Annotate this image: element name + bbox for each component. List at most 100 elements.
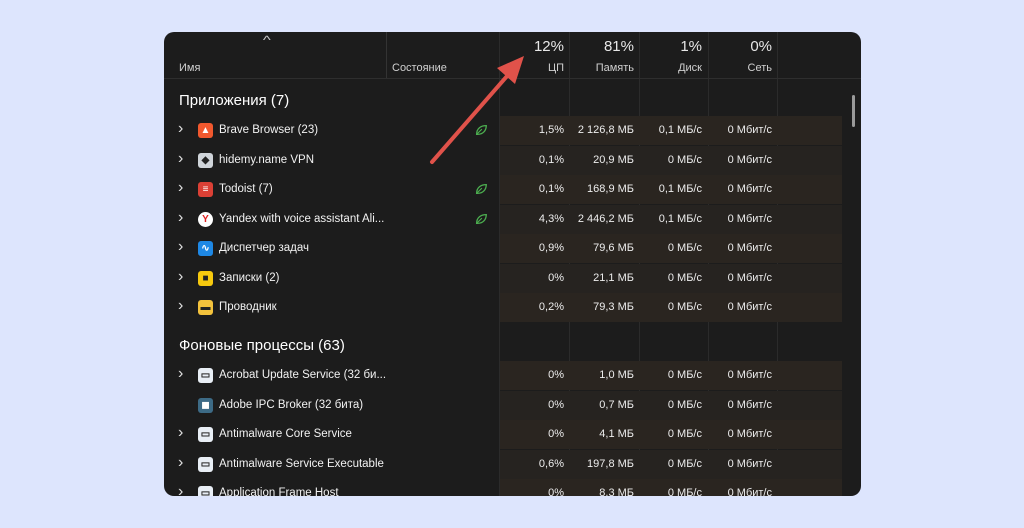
process-name: Acrobat Update Service (32 би... <box>219 369 387 381</box>
disk-cell: 0 МБ/с <box>667 428 702 440</box>
cpu-cell: 0,1% <box>538 183 564 195</box>
expand-chevron-icon[interactable]: › <box>178 454 183 472</box>
expand-chevron-icon[interactable]: › <box>178 297 183 315</box>
expand-chevron-icon[interactable]: › <box>178 365 183 383</box>
disk-cell: 0 МБ/с <box>667 457 702 470</box>
memory-cell: 79,3 МБ <box>593 301 634 313</box>
background-group-title[interactable]: Фоновые процессы (63) <box>179 337 345 354</box>
memory-cell: 0,7 МБ <box>599 398 634 411</box>
cpu-cell: 0,2% <box>538 301 564 313</box>
efficiency-mode-leaf-icon <box>475 183 487 195</box>
expand-chevron-icon[interactable]: › <box>178 268 183 286</box>
network-cell: 0 Мбит/с <box>727 271 772 284</box>
network-total-percent[interactable]: 0% <box>709 38 772 55</box>
name-column-header[interactable]: Имя <box>179 62 200 74</box>
disk-cell: 0 МБ/с <box>667 153 702 166</box>
disk-column-header[interactable]: Диск <box>640 62 702 74</box>
expand-chevron-icon[interactable]: › <box>178 238 183 256</box>
disk-total-percent[interactable]: 1% <box>640 38 702 55</box>
task-manager-window: ^ Имя Состояние 12% ЦП 81% Память 1% Дис… <box>164 32 861 496</box>
network-cell: 0 Мбит/с <box>727 369 772 381</box>
cpu-cell: 0% <box>548 271 564 284</box>
process-row[interactable]: › ≡ Todoist (7) 0,1% 168,9 МБ 0,1 МБ/с 0 Мбит/… <box>164 175 861 204</box>
memory-cell: 168,9 МБ <box>587 183 634 195</box>
process-row[interactable]: › ▭ Application Frame Host 0% 8,3 МБ 0 МБ/с 0 … <box>164 479 861 496</box>
disk-cell: 0 МБ/с <box>667 487 702 496</box>
memory-cell: 197,8 МБ <box>587 457 634 470</box>
service-icon: ▭ <box>198 368 213 383</box>
disk-cell: 0 МБ/с <box>667 242 702 254</box>
memory-cell: 1,0 МБ <box>599 369 634 381</box>
expand-chevron-icon[interactable]: › <box>178 150 183 168</box>
network-cell: 0 Мбит/с <box>727 398 772 411</box>
process-name: Диспетчер задач <box>219 242 309 254</box>
expand-chevron-icon[interactable]: › <box>178 179 183 197</box>
memory-cell: 4,1 МБ <box>599 428 634 440</box>
process-row[interactable]: › ▭ Acrobat Update Service (32 би... 0% 1,0 … <box>164 361 861 390</box>
disk-cell: 0,1 МБ/с <box>658 124 702 136</box>
cpu-total-percent[interactable]: 12% <box>500 38 564 55</box>
expand-chevron-icon[interactable]: › <box>178 483 183 496</box>
network-cell: 0 Мбит/с <box>727 183 772 195</box>
column-header: ^ Имя Состояние 12% ЦП 81% Память 1% Дис… <box>164 32 861 79</box>
process-row[interactable]: › ■ Записки (2) 0% 21,1 МБ 0 МБ/с 0 Мбит/с <box>164 263 861 293</box>
network-cell: 0 Мбит/с <box>727 242 772 254</box>
network-cell: 0 Мбит/с <box>727 124 772 136</box>
status-column-header[interactable]: Состояние <box>392 62 447 74</box>
disk-cell: 0 МБ/с <box>667 271 702 284</box>
process-row[interactable]: › ◆ hidemy.name VPN 0,1% 20,9 МБ 0 МБ/с 0 Мбит… <box>164 145 861 175</box>
disk-cell: 0 МБ/с <box>667 301 702 313</box>
process-name: Записки (2) <box>219 271 280 284</box>
process-row[interactable]: › ▭ Antimalware Service Executable 0,6% 197,… <box>164 449 861 479</box>
process-row[interactable]: › ▬ Проводник 0,2% 79,3 МБ 0 МБ/с 0 Мбит/с <box>164 293 861 322</box>
process-name: Adobe IPC Broker (32 бита) <box>219 398 364 411</box>
yandex-icon: Y <box>198 211 213 227</box>
cpu-cell: 4,3% <box>538 212 564 225</box>
network-column-header[interactable]: Сеть <box>709 62 772 74</box>
apps-group-title[interactable]: Приложения (7) <box>179 92 289 109</box>
process-row[interactable]: ◼ Adobe IPC Broker (32 бита) 0% 0,7 МБ 0 МБ/… <box>164 390 861 420</box>
memory-total-percent[interactable]: 81% <box>570 38 634 55</box>
service-icon: ▭ <box>198 427 213 442</box>
process-row[interactable]: › ∿ Диспетчер задач 0,9% 79,6 МБ 0 МБ/с 0 Мбит… <box>164 234 861 263</box>
memory-column-header[interactable]: Память <box>570 62 634 74</box>
memory-cell: 8,3 МБ <box>599 487 634 496</box>
cpu-cell: 0% <box>548 428 564 440</box>
network-cell: 0 Мбит/с <box>727 428 772 440</box>
sort-ascending-icon[interactable]: ^ <box>263 33 271 47</box>
memory-cell: 79,6 МБ <box>593 242 634 254</box>
cpu-cell: 0% <box>548 398 564 411</box>
expand-chevron-icon[interactable]: › <box>178 424 183 442</box>
process-name: Yandex with voice assistant Ali... <box>219 212 385 225</box>
disk-cell: 0,1 МБ/с <box>658 183 702 195</box>
cpu-cell: 0,6% <box>538 457 564 470</box>
cpu-cell: 0% <box>548 369 564 381</box>
process-name: Brave Browser (23) <box>219 124 319 136</box>
cpu-column-header[interactable]: ЦП <box>500 62 564 74</box>
network-cell: 0 Мбит/с <box>727 457 772 470</box>
todoist-icon: ≡ <box>198 182 213 197</box>
expand-chevron-icon[interactable]: › <box>178 209 183 227</box>
process-row[interactable]: › ▭ Antimalware Core Service 0% 4,1 МБ 0 МБ/с… <box>164 420 861 449</box>
cpu-cell: 0,9% <box>538 242 564 254</box>
efficiency-mode-leaf-icon <box>475 213 487 224</box>
network-cell: 0 Мбит/с <box>727 153 772 166</box>
process-name: Проводник <box>219 301 277 313</box>
efficiency-mode-leaf-icon <box>475 124 487 136</box>
disk-cell: 0 МБ/с <box>667 398 702 411</box>
service-icon: ▭ <box>198 456 213 472</box>
sticky-notes-icon: ■ <box>198 270 213 286</box>
adobe-icon: ◼ <box>198 397 213 413</box>
task-manager-icon: ∿ <box>198 241 213 256</box>
memory-cell: 21,1 МБ <box>593 271 634 284</box>
network-cell: 0 Мбит/с <box>727 487 772 496</box>
process-row[interactable]: › Y Yandex with voice assistant Ali... 4,3%… <box>164 204 861 234</box>
brave-icon: ▲ <box>198 123 213 138</box>
expand-chevron-icon[interactable]: › <box>178 120 183 138</box>
process-name: hidemy.name VPN <box>219 153 315 166</box>
process-row[interactable]: › ▲ Brave Browser (23) 1,5% 2 126,8 МБ 0,1 МБ… <box>164 116 861 145</box>
process-name: Antimalware Core Service <box>219 428 352 440</box>
scrollbar-thumb[interactable] <box>852 95 855 127</box>
memory-cell: 2 126,8 МБ <box>577 124 634 136</box>
process-name: Todoist (7) <box>219 183 273 195</box>
